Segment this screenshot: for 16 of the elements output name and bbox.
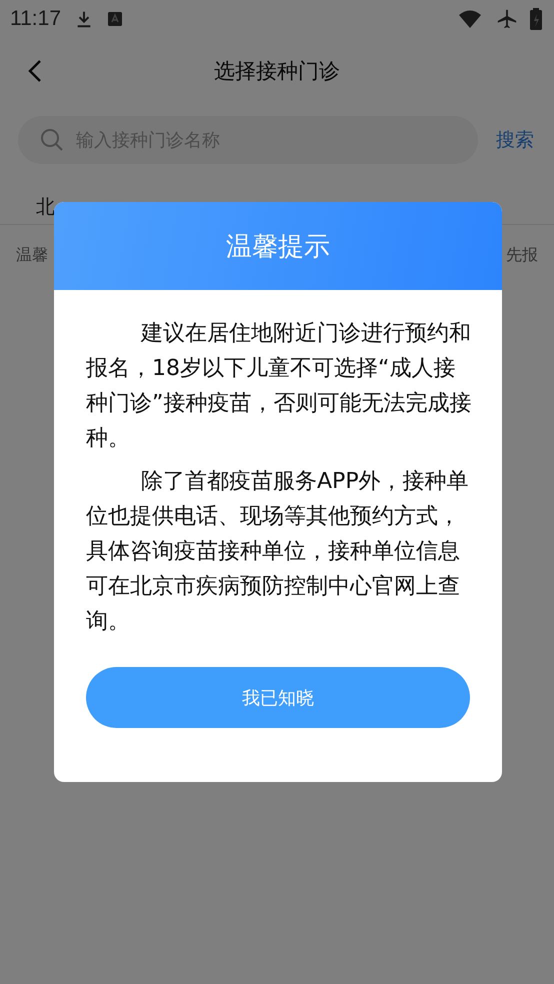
wifi-icon <box>458 9 482 29</box>
search-icon <box>40 128 64 152</box>
acknowledge-button[interactable]: 我已知晓 <box>86 667 470 728</box>
battery-icon <box>530 8 542 30</box>
download-icon <box>75 9 93 29</box>
back-icon[interactable] <box>28 59 42 83</box>
letter-box-icon <box>107 11 123 27</box>
search-link[interactable]: 搜索 <box>496 127 534 153</box>
notice-text: 先报 <box>506 245 538 266</box>
page-title: 选择接种门诊 <box>214 58 340 85</box>
dialog-title: 温馨提示 <box>226 230 330 264</box>
airplane-icon <box>496 8 518 30</box>
status-time: 11:17 <box>10 7 61 31</box>
dialog-paragraph: 建议在居住地附近门诊进行预约和报名，18岁以下儿童不可选择“成人接种门诊”接种疫苗，否则可能无法完成接种。 <box>86 320 472 453</box>
notice-text: 温馨 <box>16 245 48 266</box>
dialog-paragraph: 除了首都疫苗服务APP外，接种单位也提供电话、现场等其他预约方式，具体咨询疫苗接种单位，接种单位信息可在北京市疾病预防控制中心官网上查询。 <box>86 468 470 636</box>
